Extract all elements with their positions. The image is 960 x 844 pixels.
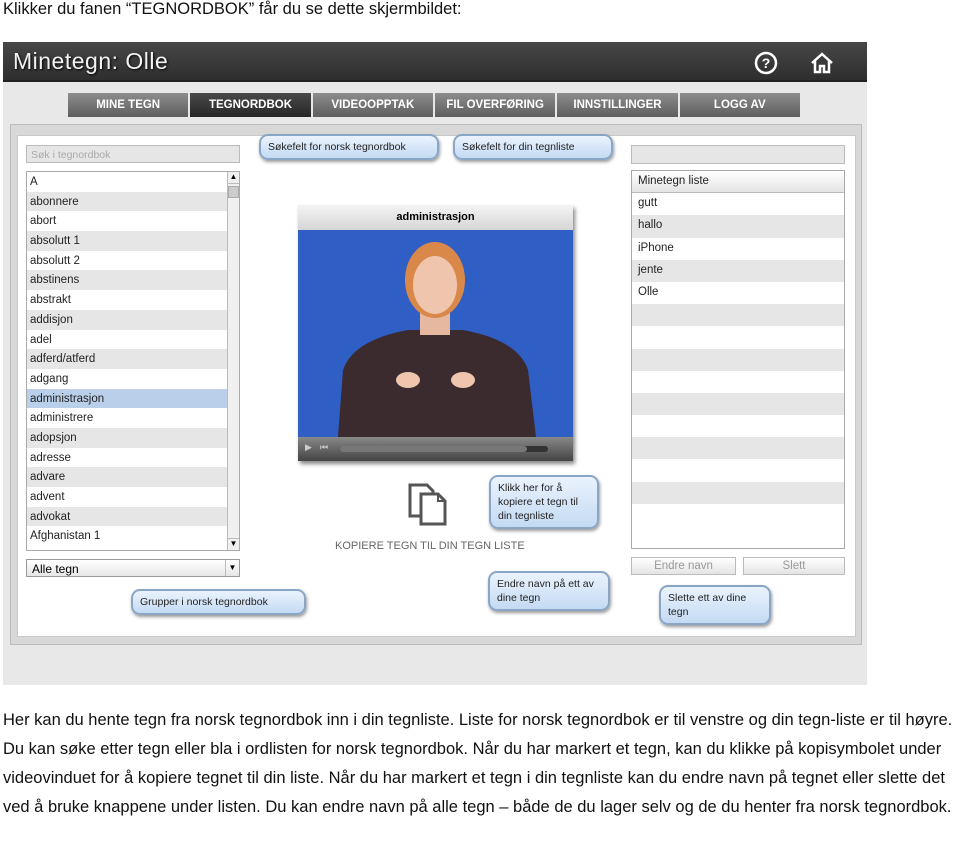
tegnliste-item[interactable]: jente bbox=[632, 259, 844, 282]
callout-search-dictionary: Søkefelt for norsk tegnordbok bbox=[259, 134, 439, 160]
dictionary-item[interactable]: adferd/atferd bbox=[27, 349, 228, 369]
tegnliste-item[interactable]: iPhone bbox=[632, 238, 844, 260]
home-icon[interactable] bbox=[810, 51, 834, 75]
tegnliste-item[interactable] bbox=[632, 392, 844, 416]
tegnliste-item[interactable] bbox=[632, 437, 844, 460]
group-select[interactable]: Alle tegn ▼ bbox=[26, 559, 240, 577]
tab-mine-tegn[interactable]: MINE TEGN bbox=[68, 93, 191, 117]
dictionary-item[interactable]: absolutt 2 bbox=[27, 251, 228, 271]
help-icon[interactable]: ? bbox=[754, 51, 778, 75]
dictionary-item[interactable]: abonnere bbox=[27, 191, 228, 212]
dictionary-item[interactable]: adopsjon bbox=[27, 427, 228, 448]
dictionary-item[interactable]: administrasjon bbox=[27, 388, 228, 409]
callout-delete: Slette ett av dine tegn bbox=[659, 585, 771, 625]
app-header: Minetegn: Olle ? bbox=[3, 42, 867, 82]
dictionary-item[interactable]: abort bbox=[27, 211, 228, 231]
delete-button[interactable]: Slett bbox=[743, 557, 845, 575]
callout-rename: Endre navn på ett av dine tegn bbox=[488, 571, 610, 611]
tegnliste-header: Minetegn liste bbox=[632, 171, 844, 194]
tegnliste-item[interactable] bbox=[632, 459, 844, 481]
tegnliste-item[interactable]: Olle bbox=[632, 282, 844, 304]
callout-copy: Klikk her for å kopiere et tegn til din … bbox=[489, 475, 599, 529]
dictionary-item[interactable]: adel bbox=[27, 330, 228, 350]
dictionary-item[interactable]: abstrakt bbox=[27, 290, 228, 310]
video-seek-bar[interactable] bbox=[340, 446, 548, 452]
tegnliste-item[interactable] bbox=[632, 326, 844, 348]
tegnliste-item[interactable]: gutt bbox=[632, 193, 844, 215]
dictionary-list: Aabonnere abort absolutt 1 absolutt 2 abstin… bbox=[26, 171, 240, 551]
app-title: Minetegn: Olle bbox=[13, 48, 169, 74]
dictionary-item[interactable]: abstinens bbox=[27, 270, 228, 291]
dictionary-item[interactable]: administrere bbox=[27, 408, 228, 428]
tab-videoopptak[interactable]: VIDEOOPPTAK bbox=[312, 93, 435, 117]
copy-label[interactable]: KOPIERE TEGN TIL DIN TEGN LISTE bbox=[335, 540, 525, 552]
dictionary-item[interactable]: A bbox=[27, 172, 228, 192]
group-select-value: Alle tegn bbox=[32, 562, 79, 576]
tab-fil-overforing[interactable]: FIL OVERFØRING bbox=[434, 93, 558, 117]
dictionary-item[interactable]: advent bbox=[27, 487, 228, 507]
description-paragraph: Her kan du hente tegn fra norsk tegnordb… bbox=[3, 711, 953, 816]
dictionary-item[interactable]: adresse bbox=[27, 448, 228, 468]
dictionary-item[interactable]: Afghanistan 1 bbox=[27, 526, 228, 546]
tab-tegnordbok[interactable]: TEGNORDBOK bbox=[190, 93, 313, 117]
scroll-thumb[interactable] bbox=[228, 186, 239, 198]
tegnliste-item[interactable]: hallo bbox=[632, 215, 844, 238]
tab-logg-av[interactable]: LOGG AV bbox=[679, 93, 802, 117]
dictionary-item[interactable]: addisjon bbox=[27, 309, 228, 330]
video-frame[interactable] bbox=[298, 230, 573, 437]
play-icon[interactable]: ▶ bbox=[305, 442, 312, 453]
tegnliste-list: Minetegn liste gutt hallo iPhone jente Olle bbox=[631, 170, 845, 549]
callout-search-list: Søkefelt for din tegnliste bbox=[453, 134, 613, 160]
tegnliste-item[interactable] bbox=[632, 304, 844, 327]
dictionary-scrollbar[interactable]: ▲ ▼ bbox=[227, 172, 239, 550]
dictionary-item[interactable]: adgang bbox=[27, 369, 228, 389]
caption: Klikker du fanen “TEGNORDBOK” får du se … bbox=[3, 0, 462, 18]
tab-innstillinger[interactable]: INNSTILLINGER bbox=[557, 93, 680, 117]
tegnliste-item[interactable] bbox=[632, 504, 844, 526]
scroll-up-icon[interactable]: ▲ bbox=[228, 172, 239, 184]
scroll-down-icon[interactable]: ▼ bbox=[228, 538, 239, 550]
app-screenshot: Minetegn: Olle ? MINE TEGN TEGNORDBOK VI… bbox=[3, 42, 867, 685]
copy-icon[interactable] bbox=[407, 482, 449, 531]
video-player: administrasjon ▶ ⏮ bbox=[298, 205, 573, 461]
callout-group: Grupper i norsk tegnordbok bbox=[131, 589, 306, 615]
rename-button[interactable]: Endre navn bbox=[631, 557, 736, 575]
chevron-down-icon: ▼ bbox=[225, 560, 239, 576]
tegnliste-item[interactable] bbox=[632, 371, 844, 393]
tegnliste-search-input[interactable] bbox=[631, 145, 845, 164]
tegnliste-item[interactable] bbox=[632, 481, 844, 504]
dictionary-search-input[interactable]: Søk i tegnordbok bbox=[26, 145, 240, 163]
rewind-icon[interactable]: ⏮ bbox=[320, 442, 328, 453]
tegnliste-item[interactable] bbox=[632, 415, 844, 437]
dictionary-item[interactable]: absolutt 1 bbox=[27, 231, 228, 251]
dictionary-item[interactable]: advare bbox=[27, 467, 228, 487]
tegnliste-item[interactable] bbox=[632, 348, 844, 371]
video-controls: ▶ ⏮ bbox=[298, 437, 573, 461]
main-nav: MINE TEGN TEGNORDBOK VIDEOOPPTAK FIL OVE… bbox=[68, 93, 802, 117]
video-title: administrasjon bbox=[298, 205, 573, 230]
dictionary-item[interactable]: advokat bbox=[27, 506, 228, 527]
svg-text:?: ? bbox=[762, 55, 771, 71]
